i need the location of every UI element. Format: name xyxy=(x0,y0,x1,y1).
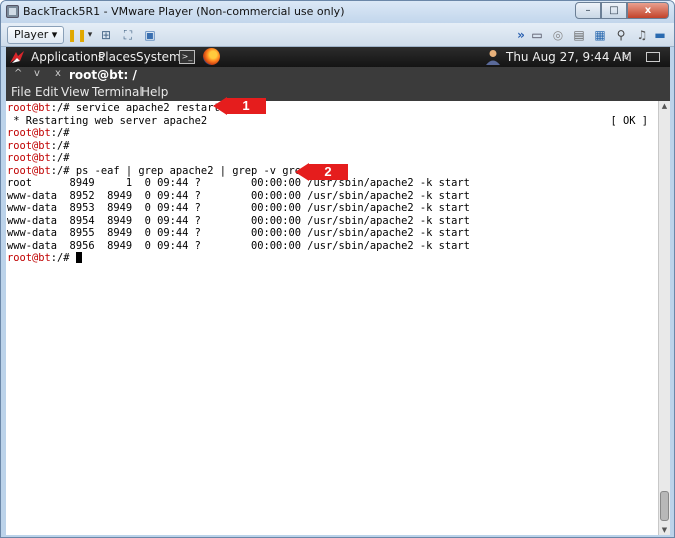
terminal-scrollbar[interactable]: ▲ ▼ xyxy=(658,101,670,535)
window-title: BackTrack5R1 - VMware Player (Non-commer… xyxy=(23,5,345,18)
callout-arrow-icon xyxy=(213,97,227,115)
shell-prompt: root@bt xyxy=(7,139,51,152)
command-text: :/# service apache2 restart xyxy=(50,102,220,114)
terminal-window-title: root@bt: / xyxy=(69,68,137,82)
ok-status: [ OK ] xyxy=(610,114,648,127)
callout-number: 1 xyxy=(226,98,266,114)
player-menu-button[interactable]: Player ▾ xyxy=(7,26,65,44)
shell-prompt: root@bt xyxy=(7,102,51,114)
speaker-icon[interactable]: ◁ xyxy=(622,50,630,63)
command-text: :/# xyxy=(50,152,70,164)
output-text: * Restarting web server apache2 xyxy=(7,114,208,127)
system-menu[interactable]: System xyxy=(136,50,181,64)
process-row: www-data 8952 8949 0 09:44 ? 00:00:00 /u… xyxy=(7,189,470,202)
menu-help[interactable]: Help xyxy=(141,85,168,99)
terminal-menu-bar: File Edit View Terminal Help xyxy=(6,83,670,101)
menu-file[interactable]: File xyxy=(11,85,31,99)
vmware-player-window: BackTrack5R1 - VMware Player (Non-commer… xyxy=(0,0,675,538)
vmware-app-icon xyxy=(6,5,19,18)
command-text: :/# ps -eaf | grep apache2 | grep -v gre… xyxy=(50,164,308,177)
callout-number: 2 xyxy=(308,164,348,180)
pause-icon[interactable]: ❚❚ xyxy=(67,28,87,42)
menu-terminal[interactable]: Terminal xyxy=(92,85,143,99)
panel-clock[interactable]: Thu Aug 27, 9:44 AM xyxy=(506,50,632,64)
close-button[interactable]: x xyxy=(627,2,669,19)
vmware-toolbar: Player ▾ ❚❚ ▾ ⊞ ⛶ ▣ » ▭ ◎ ▤ ▦ ⚲ ♫ ▬ xyxy=(1,23,674,47)
places-menu[interactable]: Places xyxy=(98,50,136,64)
usb-icon[interactable]: ⚲ xyxy=(614,28,628,42)
terminal-line: root@bt:/# xyxy=(7,127,70,140)
terminal-line: root@bt:/# xyxy=(7,152,70,165)
floppy-icon[interactable]: ▤ xyxy=(572,28,586,42)
scroll-down-icon[interactable]: ▼ xyxy=(659,525,670,535)
mail-icon[interactable] xyxy=(646,52,660,62)
scroll-thumb[interactable] xyxy=(660,491,669,521)
cd-drive-icon[interactable]: ◎ xyxy=(551,28,565,42)
callout-arrow-icon xyxy=(295,163,309,181)
network-icon[interactable]: ⊞ xyxy=(99,28,113,42)
terminal-title-bar: ^ v x root@bt: / xyxy=(6,67,670,83)
shell-prompt: root@bt xyxy=(7,252,51,264)
sound-card-icon[interactable]: ♫ xyxy=(635,28,649,42)
terminal-line: root@bt:/# service apache2 restart xyxy=(7,102,220,115)
title-bar[interactable]: BackTrack5R1 - VMware Player (Non-commer… xyxy=(1,1,674,23)
double-chevron-icon[interactable]: » xyxy=(514,28,528,42)
menu-view[interactable]: View xyxy=(61,85,89,99)
process-row: www-data 8956 8949 0 09:44 ? 00:00:00 /u… xyxy=(7,239,470,252)
hard-disk-icon[interactable]: ▭ xyxy=(530,28,544,42)
terminal-line: root@bt:/# ps -eaf | grep apache2 | grep… xyxy=(7,165,307,178)
menu-edit[interactable]: Edit xyxy=(35,85,58,99)
shell-prompt: root@bt xyxy=(7,164,51,177)
terminal-launcher-icon[interactable]: >_ xyxy=(179,50,195,64)
process-row: www-data 8955 8949 0 09:44 ? 00:00:00 /u… xyxy=(7,227,470,239)
terminal-line: root@bt:/# xyxy=(7,140,70,153)
backtrack-dragon-icon[interactable] xyxy=(9,49,25,65)
command-text: :/# xyxy=(50,252,76,264)
terminal-line: root@bt:/# xyxy=(7,252,82,265)
network-adapter-icon[interactable]: ▦ xyxy=(593,28,607,42)
minimize-button[interactable]: – xyxy=(575,2,601,19)
applications-menu[interactable]: Applications xyxy=(31,50,104,64)
user-icon[interactable] xyxy=(486,49,500,65)
chevron-down-icon: ▾ xyxy=(51,28,58,41)
close-icon[interactable]: x xyxy=(55,68,61,79)
firefox-icon[interactable] xyxy=(203,48,220,65)
window-controls: – □ x xyxy=(575,2,669,19)
player-label: Player xyxy=(14,28,49,41)
command-text: :/# xyxy=(50,127,70,139)
unity-icon[interactable]: ▣ xyxy=(143,28,157,42)
command-text: :/# xyxy=(50,139,70,152)
process-row: www-data 8953 8949 0 09:44 ? 00:00:00 /u… xyxy=(7,202,470,214)
chevron-down-icon[interactable]: v xyxy=(34,68,40,79)
chevron-up-icon[interactable]: ^ xyxy=(14,68,22,79)
scroll-up-icon[interactable]: ▲ xyxy=(659,101,670,111)
message-icon[interactable]: ▬ xyxy=(653,28,667,42)
gnome-top-panel: Applications Places System >_ Thu Aug 27… xyxy=(6,47,670,67)
fullscreen-icon[interactable]: ⛶ xyxy=(121,28,135,42)
pause-dropdown-icon[interactable]: ▾ xyxy=(83,28,97,42)
terminal-line: * Restarting web server apache2 [ OK ] xyxy=(7,115,655,128)
text-cursor xyxy=(75,252,82,263)
process-row: www-data 8954 8949 0 09:44 ? 00:00:00 /u… xyxy=(7,214,470,227)
shell-prompt: root@bt xyxy=(7,127,51,139)
guest-screen[interactable]: Applications Places System >_ Thu Aug 27… xyxy=(6,47,670,535)
process-row: root 8949 1 0 09:44 ? 00:00:00 /usr/sbin… xyxy=(7,177,470,189)
maximize-button[interactable]: □ xyxy=(601,2,627,19)
shell-prompt: root@bt xyxy=(7,152,51,164)
